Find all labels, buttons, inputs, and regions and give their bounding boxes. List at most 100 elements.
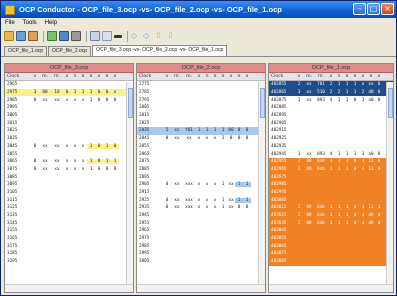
table-row[interactable]: 3035 <box>5 135 133 143</box>
table-row[interactable]: 403045 <box>269 227 393 235</box>
table-row[interactable]: 2945 <box>137 212 265 220</box>
table-row[interactable]: 403055 <box>269 234 393 243</box>
table-row[interactable]: 402965 2 88 6ab 1 1 1 0 3 13 0 <box>269 165 393 174</box>
column-header[interactable]: m. <box>51 73 63 80</box>
table-row[interactable]: 2845 0 xx xx x x x 1 0 0 0 <box>137 135 265 143</box>
table-row[interactable]: 403065 <box>269 242 393 251</box>
menu-help[interactable]: Help <box>41 20 61 26</box>
column-header[interactable]: x <box>243 73 251 80</box>
table-row[interactable]: 3145 <box>5 219 133 227</box>
table-row[interactable]: 402975 <box>269 173 393 181</box>
up-icon[interactable]: ⇧ <box>155 31 165 41</box>
column-header[interactable]: x <box>227 73 235 80</box>
table-row[interactable]: 3155 <box>5 227 133 235</box>
table-row[interactable]: 402945 1 xx 093 4 1 1 1 3 a0 0 <box>269 150 393 158</box>
table-row[interactable]: 2875 <box>137 158 265 166</box>
minus-icon[interactable] <box>114 34 122 38</box>
minimize-button[interactable]: – <box>353 3 366 15</box>
table-row[interactable]: 402855 2 xx 701 2 1 1 1 x xx 0 <box>269 81 393 89</box>
table-row[interactable]: 402885 <box>269 104 393 112</box>
horizontal-scrollbar[interactable] <box>5 284 133 292</box>
column-header[interactable]: e <box>235 73 243 80</box>
table-row[interactable]: 2965 <box>137 227 265 235</box>
table-row[interactable]: 2995 <box>137 250 265 258</box>
table-row[interactable]: 3075 0 xx xx x x x 1 0 0 0 <box>5 166 133 174</box>
compare-icon[interactable] <box>47 31 57 41</box>
table-row[interactable]: 2805 <box>137 104 265 112</box>
table-row[interactable]: 3175 <box>5 242 133 250</box>
column-header[interactable]: x <box>95 73 103 80</box>
table-row[interactable]: 2855 <box>137 143 265 151</box>
vertical-scrollbar[interactable] <box>386 82 393 284</box>
table-row[interactable]: 3105 <box>5 189 133 197</box>
down-icon[interactable]: ⇩ <box>167 31 177 41</box>
table-row[interactable]: 3005 <box>137 258 265 266</box>
table-row[interactable]: 3165 <box>5 235 133 243</box>
column-header[interactable]: x <box>327 73 335 80</box>
table-row[interactable]: 2775 <box>137 81 265 89</box>
column-header[interactable]: m. <box>171 73 183 80</box>
column-header[interactable]: m. <box>183 73 195 80</box>
table-row[interactable]: 2985 <box>137 242 265 250</box>
table-row[interactable]: 2935 0 xx xxx x x x 1 xx 0 0 <box>137 204 265 212</box>
table-row[interactable]: 2795 <box>137 96 265 104</box>
tab-file-1[interactable]: OCP_file_1.ocp <box>4 46 48 56</box>
vertical-scrollbar[interactable] <box>258 82 265 284</box>
column-header[interactable]: x <box>111 73 119 80</box>
table-row[interactable]: 3025 <box>5 127 133 135</box>
table-row[interactable]: 2865 <box>137 150 265 158</box>
table-row[interactable]: 402895 <box>269 112 393 120</box>
column-header[interactable]: v <box>31 73 39 80</box>
column-header[interactable]: e <box>79 73 87 80</box>
table-row[interactable]: 2925 0 xx xxx x x x 1 xx 1 1 <box>137 196 265 204</box>
table-row[interactable]: 403035 2 88 6ab 1 1 1 0 4 d6 0 <box>269 219 393 228</box>
table-row[interactable]: 3095 <box>5 181 133 189</box>
table-row[interactable]: 3085 <box>5 173 133 181</box>
vertical-scrollbar[interactable] <box>126 82 133 284</box>
filter-icon[interactable] <box>71 31 81 41</box>
scroll-thumb[interactable] <box>260 88 265 118</box>
table-row[interactable]: 403005 <box>269 196 393 204</box>
zoom-icon[interactable] <box>90 31 100 41</box>
table-row[interactable]: 402955 2 88 6ab 1 1 1 0 3 13 0 <box>269 157 393 166</box>
table-row[interactable]: 2975 <box>137 235 265 243</box>
column-header[interactable]: e <box>103 73 111 80</box>
table-row[interactable]: 2955 <box>137 219 265 227</box>
table-row[interactable]: 2785 <box>137 89 265 97</box>
table-row[interactable]: 2825 <box>137 119 265 127</box>
table-row[interactable]: 403025 2 88 6ab 1 1 1 0 4 d6 0 <box>269 211 393 220</box>
table-row[interactable]: 2815 <box>137 112 265 120</box>
column-header[interactable]: Clock <box>269 73 295 80</box>
table-row[interactable]: 3065 0 xx xx x x x 1 0 1 1 <box>5 158 133 166</box>
forward-icon[interactable]: ◇ <box>143 31 153 41</box>
table-row[interactable]: 402915 <box>269 127 393 135</box>
table-row[interactable]: 2975 3 00 10 0 1 1 1 0 0 x <box>5 88 133 97</box>
grid-icon[interactable] <box>59 31 69 41</box>
horizontal-scrollbar[interactable] <box>269 284 393 292</box>
column-header[interactable]: e <box>87 73 95 80</box>
export-icon[interactable] <box>28 31 38 41</box>
column-header[interactable]: v <box>295 73 303 80</box>
tab-comparison[interactable]: OCP_file_3.ocp -vs- OCP_file_2.ocp -vs- … <box>92 45 228 56</box>
table-row[interactable]: 3015 <box>5 119 133 127</box>
column-header[interactable]: x <box>375 73 383 80</box>
column-header[interactable]: e <box>343 73 351 80</box>
menu-tools[interactable]: Tools <box>19 20 41 26</box>
table-row[interactable]: 402875 1 xx 093 4 1 1 0 3 a0 0 <box>269 96 393 104</box>
table-row[interactable]: 2895 <box>137 173 265 181</box>
column-header[interactable]: m. <box>303 73 315 80</box>
column-header[interactable]: n <box>335 73 343 80</box>
table-row[interactable]: 3005 <box>5 112 133 120</box>
table-row[interactable]: 402995 <box>269 188 393 197</box>
column-header[interactable]: x <box>63 73 71 80</box>
table-row[interactable]: 403085 <box>269 257 393 266</box>
table-row[interactable]: 403075 <box>269 250 393 258</box>
table-row[interactable]: 2905 0 xx xxx x x x 1 xx 1 1 <box>137 181 265 189</box>
column-header[interactable]: m. <box>315 73 327 80</box>
table-row[interactable]: 2835 5 xx f01 1 1 1 1 00 0 0 <box>137 127 265 135</box>
table-row[interactable]: 3055 <box>5 150 133 158</box>
column-header[interactable]: v <box>163 73 171 80</box>
table-row[interactable]: 403015 2 88 6ab 1 1 1 0 3 13 1 <box>269 204 393 212</box>
save-icon[interactable] <box>16 31 26 41</box>
table-row[interactable]: 3045 0 xx xx x x x 1 0 1 0 <box>5 143 133 151</box>
